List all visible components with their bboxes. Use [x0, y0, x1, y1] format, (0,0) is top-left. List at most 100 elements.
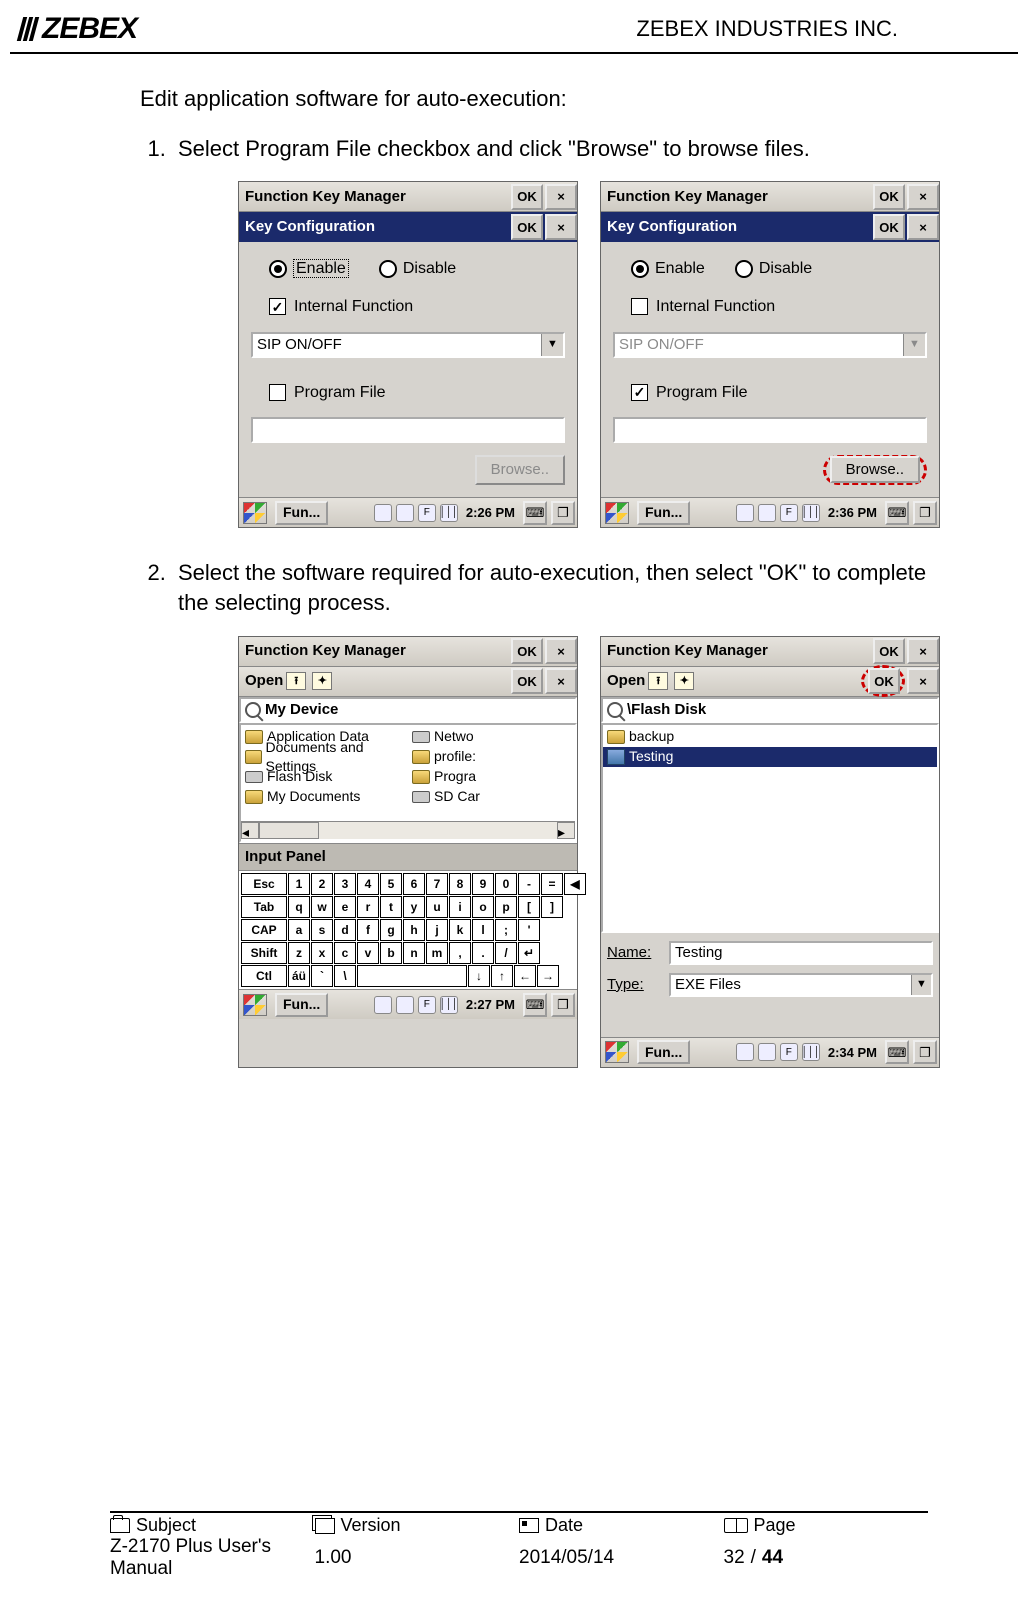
ok-button[interactable]: OK: [511, 214, 543, 240]
key[interactable]: CAP: [241, 919, 287, 941]
task-app[interactable]: Fun...: [637, 501, 690, 525]
disable-radio[interactable]: Disable: [735, 258, 812, 280]
list-item-selected[interactable]: Testing: [603, 747, 937, 767]
disable-radio[interactable]: Disable: [379, 258, 456, 280]
internal-function-checkbox[interactable]: Internal Function: [631, 296, 775, 318]
key[interactable]: ↵: [518, 942, 540, 964]
start-button[interactable]: [243, 994, 267, 1016]
close-button[interactable]: ×: [907, 184, 939, 210]
up-folder-icon[interactable]: ⭱: [286, 672, 306, 690]
tray-icon[interactable]: F: [780, 504, 798, 522]
start-button[interactable]: [605, 1041, 629, 1063]
key[interactable]: y: [403, 896, 425, 918]
tray-icon[interactable]: F: [418, 996, 436, 1014]
close-button[interactable]: ×: [907, 638, 939, 664]
key[interactable]: s: [311, 919, 333, 941]
key[interactable]: 6: [403, 873, 425, 895]
key[interactable]: ]: [541, 896, 563, 918]
key[interactable]: 4: [357, 873, 379, 895]
key[interactable]: w: [311, 896, 333, 918]
sip-button[interactable]: ⌨: [885, 1040, 909, 1064]
key[interactable]: r: [357, 896, 379, 918]
key[interactable]: [357, 965, 467, 987]
key[interactable]: d: [334, 919, 356, 941]
desktop-button[interactable]: ❐: [913, 501, 937, 525]
dropdown-icon[interactable]: ▼: [911, 975, 931, 995]
key[interactable]: a: [288, 919, 310, 941]
key[interactable]: ,: [449, 942, 471, 964]
tray-icon[interactable]: [736, 1043, 754, 1061]
tray-icon[interactable]: │││: [802, 504, 820, 522]
key[interactable]: f: [357, 919, 379, 941]
key[interactable]: áü: [288, 965, 310, 987]
key[interactable]: 7: [426, 873, 448, 895]
list-item[interactable]: Documents and Settings: [241, 747, 408, 767]
key[interactable]: h: [403, 919, 425, 941]
key[interactable]: Esc: [241, 873, 287, 895]
tray-icon[interactable]: F: [418, 504, 436, 522]
key[interactable]: `: [311, 965, 333, 987]
tray-icon[interactable]: [396, 504, 414, 522]
task-app[interactable]: Fun...: [637, 1040, 690, 1064]
key[interactable]: v: [357, 942, 379, 964]
tray-icon[interactable]: │││: [440, 996, 458, 1014]
key[interactable]: .: [472, 942, 494, 964]
key[interactable]: 9: [472, 873, 494, 895]
sip-button[interactable]: ⌨: [523, 993, 547, 1017]
list-item[interactable]: SD Car: [408, 787, 575, 807]
key[interactable]: \: [334, 965, 356, 987]
enable-radio[interactable]: Enable: [631, 258, 705, 280]
internal-function-checkbox[interactable]: Internal Function: [269, 296, 413, 318]
key[interactable]: g: [380, 919, 402, 941]
list-item[interactable]: backup: [603, 727, 937, 747]
h-scrollbar[interactable]: ◂▸: [241, 821, 575, 839]
key[interactable]: 0: [495, 873, 517, 895]
key[interactable]: =: [541, 873, 563, 895]
key[interactable]: -: [518, 873, 540, 895]
program-file-checkbox[interactable]: Program File: [269, 382, 386, 404]
tray-icon[interactable]: [758, 1043, 776, 1061]
key[interactable]: b: [380, 942, 402, 964]
program-file-checkbox[interactable]: Program File: [631, 382, 748, 404]
key[interactable]: l: [472, 919, 494, 941]
soft-keyboard[interactable]: Esc1234567890-=◀ Tabqwertyuiop[] CAPasdf…: [239, 871, 577, 989]
desktop-button[interactable]: ❐: [913, 1040, 937, 1064]
tray-icon[interactable]: [374, 504, 392, 522]
key[interactable]: q: [288, 896, 310, 918]
list-item[interactable]: Netwo: [408, 727, 575, 747]
key[interactable]: ↑: [491, 965, 513, 987]
key[interactable]: k: [449, 919, 471, 941]
ok-button[interactable]: OK: [511, 184, 543, 210]
tray-icon[interactable]: [758, 504, 776, 522]
key[interactable]: →: [537, 965, 559, 987]
internal-function-select[interactable]: ▼: [251, 332, 565, 358]
ok-button[interactable]: OK: [873, 184, 905, 210]
key[interactable]: Shift: [241, 942, 287, 964]
task-app[interactable]: Fun...: [275, 501, 328, 525]
browse-button[interactable]: Browse..: [475, 455, 565, 485]
key[interactable]: i: [449, 896, 471, 918]
key[interactable]: u: [426, 896, 448, 918]
key[interactable]: j: [426, 919, 448, 941]
sip-button[interactable]: ⌨: [523, 501, 547, 525]
file-list[interactable]: Application Data Documents and Settings …: [239, 723, 577, 843]
type-select[interactable]: EXE Files ▼: [669, 973, 933, 997]
start-button[interactable]: [605, 502, 629, 524]
key[interactable]: Ctl: [241, 965, 287, 987]
task-app[interactable]: Fun...: [275, 993, 328, 1017]
key[interactable]: ;: [495, 919, 517, 941]
ok-button[interactable]: OK: [873, 214, 905, 240]
tray-icon[interactable]: [736, 504, 754, 522]
key[interactable]: c: [334, 942, 356, 964]
close-button[interactable]: ×: [545, 214, 577, 240]
key[interactable]: 3: [334, 873, 356, 895]
ok-button[interactable]: OK: [511, 668, 543, 694]
new-folder-icon[interactable]: ✦: [674, 672, 694, 690]
key[interactable]: ↓: [468, 965, 490, 987]
close-button[interactable]: ×: [907, 668, 939, 694]
key[interactable]: n: [403, 942, 425, 964]
new-folder-icon[interactable]: ✦: [312, 672, 332, 690]
list-item[interactable]: My Documents: [241, 787, 408, 807]
dropdown-icon[interactable]: ▼: [541, 334, 563, 356]
key[interactable]: ': [518, 919, 540, 941]
